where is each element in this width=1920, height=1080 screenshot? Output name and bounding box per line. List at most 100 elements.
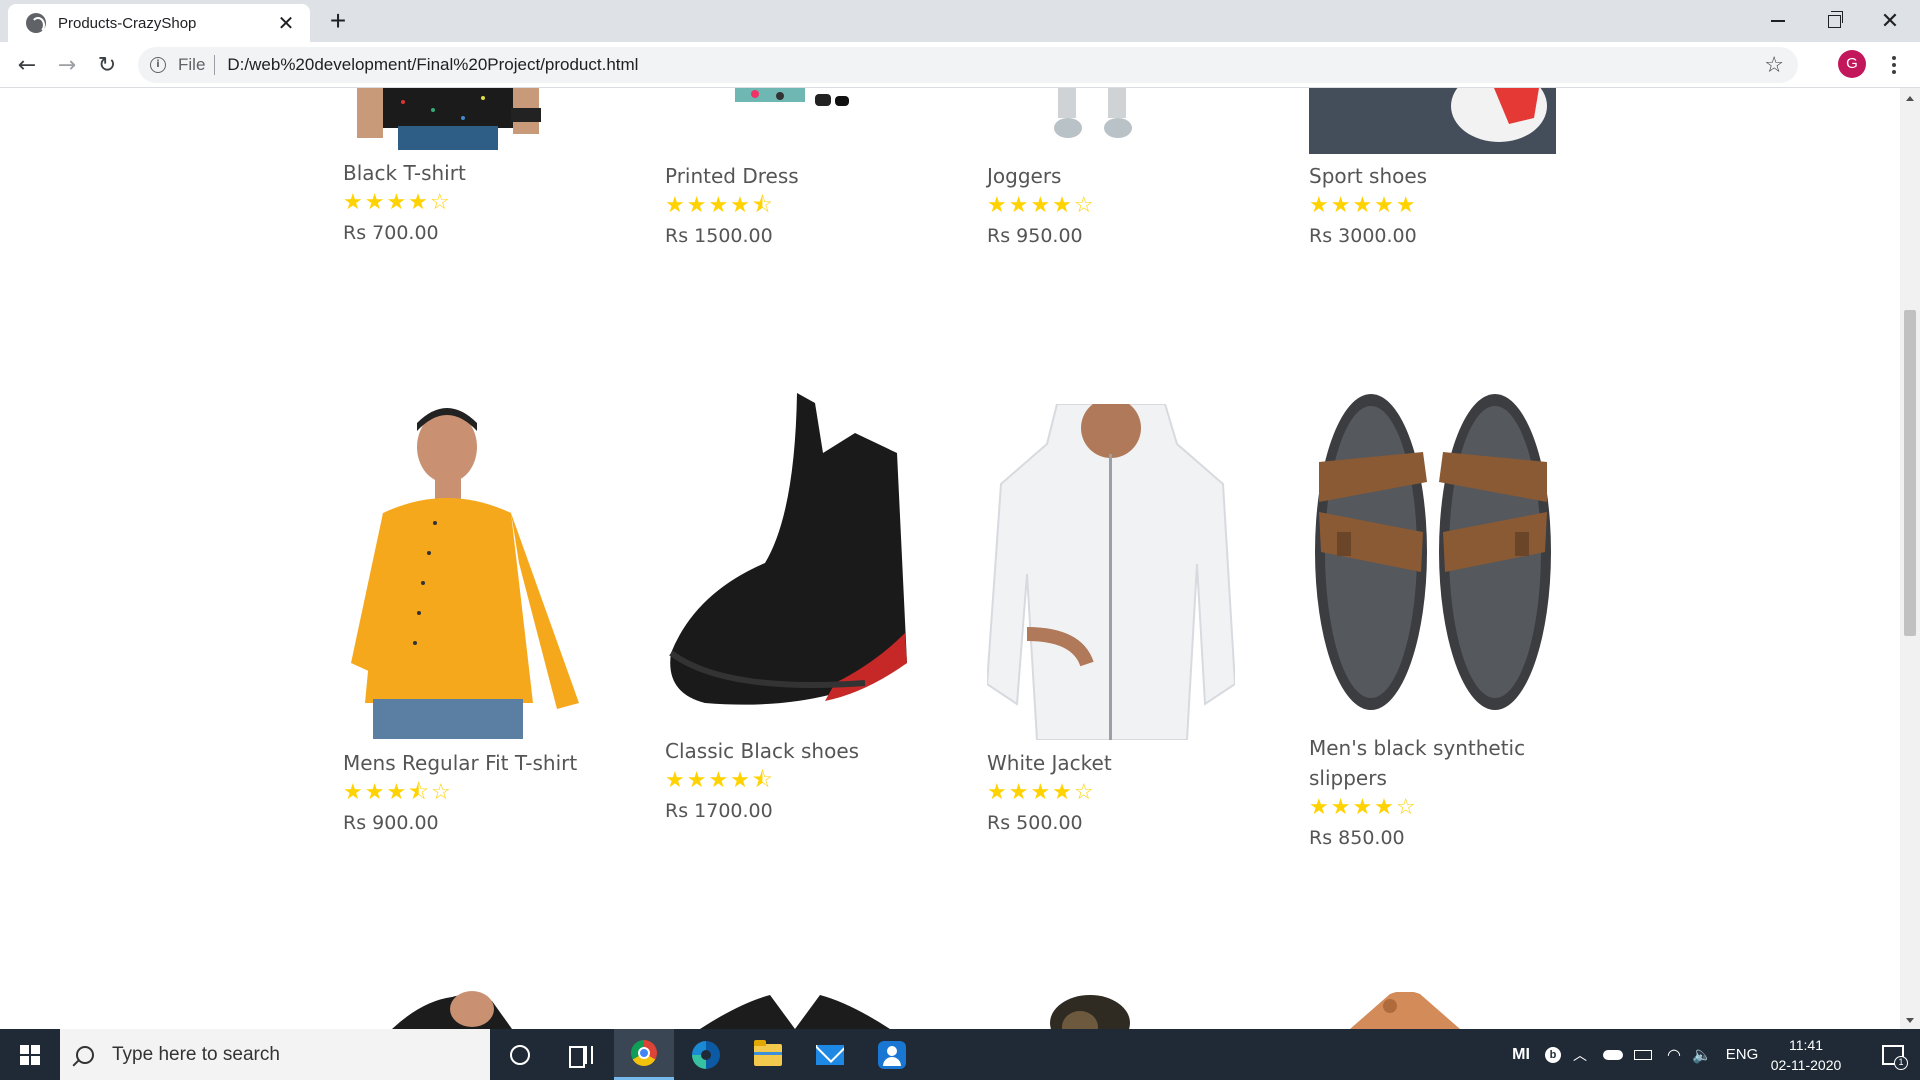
back-button[interactable]: ← (11, 49, 43, 81)
product-card[interactable]: Printed Dress ★★★★⯪ Rs 1500.00 (665, 161, 915, 251)
input-language[interactable]: ENG (1720, 1029, 1764, 1080)
mail-icon (816, 1044, 844, 1065)
product-image-white-jacket[interactable] (987, 404, 1235, 740)
scrollbar-thumb[interactable] (1904, 310, 1916, 636)
people-icon (878, 1040, 906, 1069)
rating-stars: ★★★★☆ (987, 780, 1096, 805)
tab-strip: Products-CrazyShop ✕ + ✕ (0, 0, 1920, 42)
url-text[interactable]: D:/web%20development/Final%20Project/pro… (227, 55, 1764, 75)
product-price: Rs 1500.00 (665, 225, 773, 247)
clock-time: 11:41 (1789, 1036, 1823, 1053)
browser-toolbar: ← → ↻ i File D:/web%20development/Final%… (0, 42, 1920, 88)
product-image-row3-4[interactable] (1350, 992, 1460, 1029)
show-hidden-icons-chevron[interactable]: ︿ (1568, 1029, 1592, 1080)
rating-stars: ★★★★★ (1309, 193, 1418, 218)
onedrive-cloud-icon[interactable] (1598, 1029, 1628, 1080)
product-image-row3-1[interactable] (392, 991, 542, 1029)
product-price: Rs 700.00 (343, 222, 439, 244)
page-scrollbar[interactable] (1900, 88, 1920, 1029)
scroll-down-arrow[interactable] (1906, 1018, 1914, 1023)
page-viewport: Black T-shirt ★★★★☆ Rs 700.00 Printed Dr… (0, 88, 1900, 1029)
mi-tray-icon[interactable]: MI (1506, 1029, 1536, 1080)
product-card[interactable]: White Jacket ★★★★☆ Rs 500.00 (987, 748, 1237, 838)
browser-menu-icon[interactable] (1880, 50, 1908, 80)
rating-stars: ★★★★⯪ (665, 193, 775, 218)
product-image-mens-tshirt[interactable] (343, 403, 591, 739)
minimize-button[interactable] (1750, 0, 1806, 42)
rating-stars: ★★★★⯪ (665, 768, 775, 793)
product-card[interactable]: Joggers ★★★★☆ Rs 950.00 (987, 161, 1237, 251)
product-card[interactable]: Sport shoes ★★★★★ Rs 3000.00 (1309, 161, 1559, 251)
product-card[interactable]: Men's black synthetic slippers ★★★★☆ Rs … (1309, 733, 1549, 853)
tab-title: Products-CrazyShop (58, 14, 197, 32)
address-bar[interactable]: i File D:/web%20development/Final%20Proj… (138, 47, 1798, 83)
product-image-black-tshirt[interactable] (343, 88, 563, 150)
taskbar: Type here to search MI b ︿ ◠ 🔈 ENG 11:41… (0, 1029, 1920, 1080)
close-window-button[interactable]: ✕ (1862, 0, 1918, 42)
forward-button[interactable]: → (51, 49, 83, 81)
task-view-button[interactable] (550, 1029, 610, 1080)
cortana-button[interactable] (490, 1029, 550, 1080)
taskbar-mail[interactable] (800, 1029, 860, 1080)
product-price: Rs 850.00 (1309, 827, 1405, 849)
rating-stars: ★★★★☆ (1309, 795, 1418, 820)
rating-stars: ★★★★☆ (343, 190, 452, 215)
rating-stars: ★★★★☆ (987, 193, 1096, 218)
profile-avatar[interactable]: G (1838, 50, 1866, 78)
product-name[interactable]: Sport shoes (1309, 161, 1559, 191)
search-icon (76, 1045, 94, 1064)
scroll-up-arrow[interactable] (1906, 96, 1914, 101)
product-name[interactable]: Mens Regular Fit T-shirt (343, 748, 593, 778)
product-image-printed-dress[interactable] (735, 88, 855, 112)
taskbar-search-box[interactable]: Type here to search (60, 1029, 490, 1080)
system-clock[interactable]: 11:41 02-11-2020 (1764, 1029, 1848, 1080)
chrome-icon (631, 1040, 657, 1066)
product-card[interactable]: Classic Black shoes ★★★★⯪ Rs 1700.00 (665, 736, 915, 826)
volume-icon[interactable]: 🔈 (1688, 1029, 1716, 1080)
taskbar-people[interactable] (862, 1029, 922, 1080)
action-center-button[interactable]: 1 (1866, 1029, 1920, 1080)
product-price: Rs 900.00 (343, 812, 439, 834)
app-tray-icon[interactable]: b (1540, 1029, 1566, 1080)
product-price: Rs 950.00 (987, 225, 1083, 247)
notification-count: 1 (1894, 1055, 1908, 1070)
clock-date: 02-11-2020 (1770, 1056, 1842, 1073)
product-name[interactable]: White Jacket (987, 748, 1237, 778)
wifi-icon[interactable]: ◠ (1660, 1029, 1688, 1080)
product-card[interactable]: Black T-shirt ★★★★☆ Rs 700.00 (343, 158, 593, 248)
product-card[interactable]: Mens Regular Fit T-shirt ★★★⯪☆ Rs 900.00 (343, 748, 593, 838)
taskbar-file-explorer[interactable] (738, 1029, 798, 1080)
globe-icon (26, 13, 46, 33)
windows-logo-icon (20, 1044, 40, 1065)
product-name[interactable]: Classic Black shoes (665, 736, 915, 766)
reload-button[interactable]: ↻ (91, 49, 123, 81)
taskbar-chrome[interactable] (614, 1029, 674, 1080)
product-name[interactable]: Black T-shirt (343, 158, 593, 188)
product-image-joggers[interactable] (1050, 88, 1140, 140)
new-tab-button[interactable]: + (322, 6, 354, 38)
product-name[interactable]: Printed Dress (665, 161, 915, 191)
product-image-classic-black-shoes[interactable] (665, 393, 913, 725)
folder-icon (754, 1039, 782, 1066)
notification-icon: 1 (1882, 1044, 1908, 1070)
browser-tab[interactable]: Products-CrazyShop ✕ (8, 4, 310, 42)
bookmark-star-icon[interactable]: ☆ (1764, 53, 1784, 78)
product-name[interactable]: Joggers (987, 161, 1237, 191)
restore-button[interactable] (1806, 0, 1862, 42)
product-price: Rs 1700.00 (665, 800, 773, 822)
battery-icon[interactable] (1628, 1029, 1658, 1080)
info-icon[interactable]: i (150, 57, 166, 73)
rating-stars: ★★★⯪☆ (343, 780, 453, 805)
product-image-row3-3[interactable] (1040, 993, 1130, 1029)
close-tab-icon[interactable]: ✕ (274, 11, 298, 35)
taskbar-edge[interactable] (676, 1029, 736, 1080)
product-image-row3-2[interactable] (700, 991, 890, 1029)
start-button[interactable] (0, 1029, 60, 1080)
product-image-sport-shoes[interactable] (1309, 88, 1556, 154)
product-name[interactable]: Men's black synthetic slippers (1309, 733, 1549, 793)
scheme-label: File (178, 55, 206, 74)
product-image-slippers[interactable] (1309, 392, 1557, 712)
divider (214, 55, 216, 75)
product-price: Rs 3000.00 (1309, 225, 1417, 247)
cortana-icon (510, 1044, 530, 1065)
